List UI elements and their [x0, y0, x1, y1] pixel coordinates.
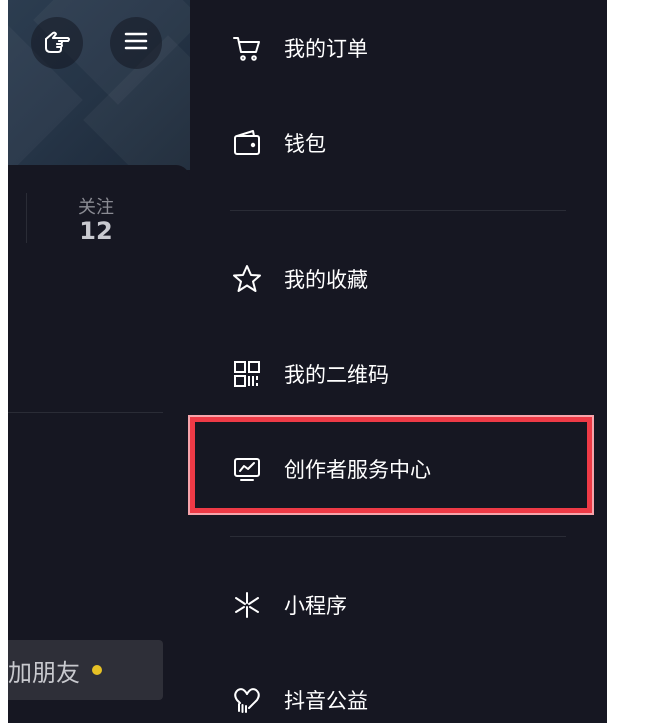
menu-item-qrcode[interactable]: 我的二维码	[230, 349, 560, 399]
menu-item-label: 创作者服务中心	[284, 458, 431, 482]
following-count[interactable]: 12	[56, 217, 136, 245]
heart-hands-icon	[230, 683, 264, 717]
add-friend-label: 加朋友	[8, 658, 80, 687]
menu-item-wallet[interactable]: 钱包	[230, 118, 560, 168]
profile-header-background	[8, 0, 190, 170]
profile-panel: 关注 12 加朋友	[8, 0, 190, 723]
pointing-hand-icon	[42, 26, 72, 60]
menu-divider	[230, 210, 566, 211]
menu-item-label: 我的二维码	[284, 363, 389, 387]
cart-icon	[230, 31, 264, 65]
menu-item-label: 我的订单	[284, 37, 368, 61]
qr-code-icon	[230, 357, 264, 391]
menu-item-label: 抖音公益	[284, 689, 368, 713]
following-label: 关注	[78, 197, 114, 218]
screen-edge	[0, 0, 8, 723]
menu-divider	[230, 536, 566, 537]
hamburger-menu-icon	[122, 27, 150, 59]
add-friend-button[interactable]: 加朋友	[8, 640, 163, 700]
menu-item-orders[interactable]: 我的订单	[230, 23, 560, 73]
menu-item-label: 小程序	[284, 594, 347, 618]
menu-item-creator-center[interactable]: 创作者服务中心	[230, 444, 560, 494]
menu-item-label: 我的收藏	[284, 268, 368, 292]
notification-dot	[92, 665, 102, 675]
gesture-button[interactable]	[31, 17, 83, 69]
menu-item-favorites[interactable]: 我的收藏	[230, 254, 560, 304]
profile-divider	[8, 412, 163, 413]
wallet-icon	[230, 126, 264, 160]
menu-item-charity[interactable]: 抖音公益	[230, 675, 560, 725]
profile-card: 关注 12 加朋友	[8, 165, 190, 723]
menu-item-mini-programs[interactable]: 小程序	[230, 580, 560, 630]
stat-divider	[26, 193, 27, 243]
analytics-monitor-icon	[230, 452, 264, 486]
mini-program-icon	[230, 588, 264, 622]
star-icon	[230, 262, 264, 296]
side-menu: 我的订单 钱包 我的收藏 我的二维码 创作者服务中心 小程序 抖音公益	[190, 0, 607, 723]
menu-button[interactable]	[110, 17, 162, 69]
menu-item-label: 钱包	[284, 132, 326, 156]
